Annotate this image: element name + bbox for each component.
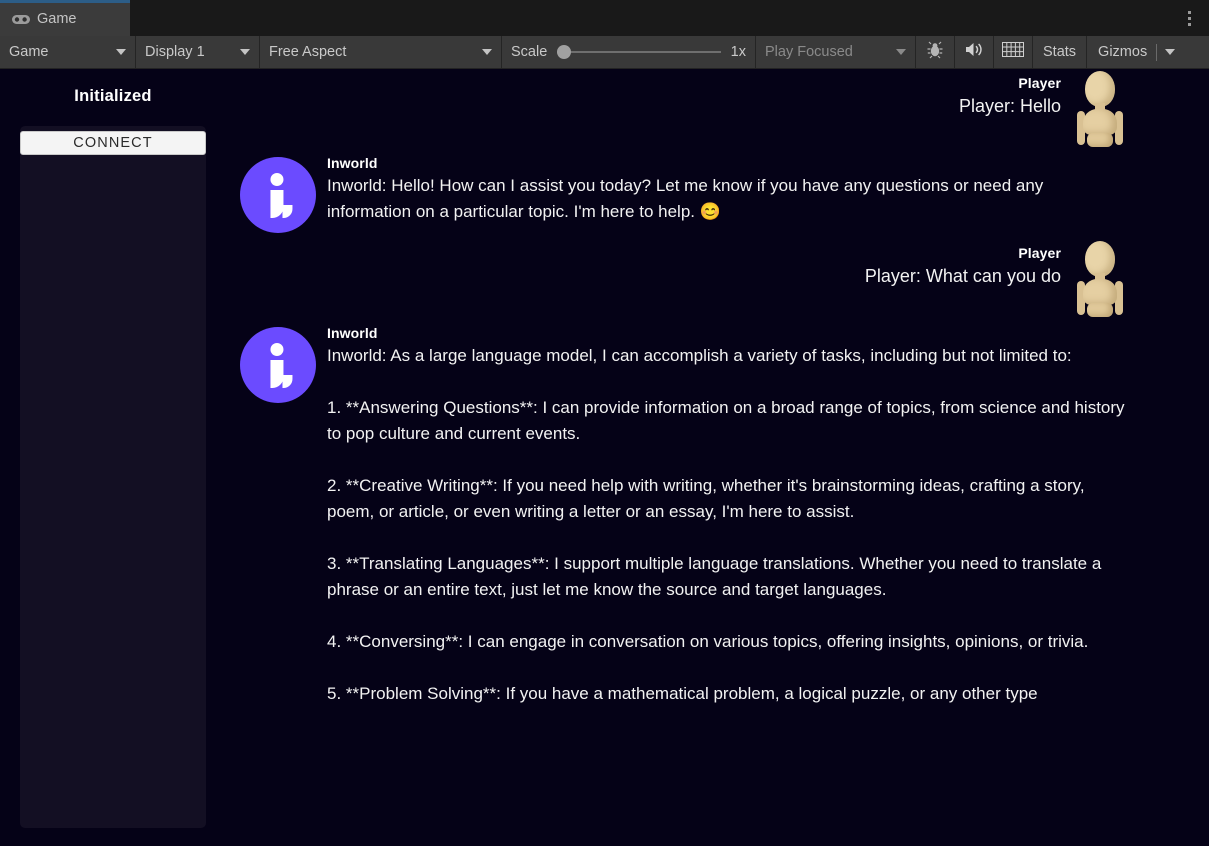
stats-grid-button[interactable] — [994, 36, 1033, 68]
scale-slider-track — [557, 51, 721, 53]
chevron-down-icon — [896, 49, 906, 55]
view-mode-dropdown[interactable]: Game — [0, 36, 136, 68]
message-bubble: Player Player: What can you do — [865, 239, 1061, 317]
stats-button[interactable]: Stats — [1033, 36, 1088, 68]
kebab-dot — [1187, 22, 1191, 26]
game-view-toolbar: Game Display 1 Free Aspect Scale 1x Play… — [0, 36, 1209, 69]
chat-message-list[interactable]: Player Player: Hello Inworld Inworld: Hello… — [228, 69, 1143, 785]
tab-strip: Game — [0, 0, 1209, 36]
inworld-logo-icon — [240, 157, 316, 233]
connection-panel — [20, 126, 206, 828]
message-bubble: Player Player: Hello — [959, 69, 1061, 147]
chevron-down-icon — [240, 49, 250, 55]
scale-slider[interactable] — [557, 43, 721, 61]
chat-message: Inworld Inworld: As a large language mode… — [228, 323, 1143, 707]
kebab-dot — [1187, 10, 1191, 14]
mute-audio-button[interactable] — [955, 36, 994, 68]
chevron-down-icon — [482, 49, 492, 55]
message-sender: Player — [1018, 75, 1061, 91]
grid-icon — [1002, 42, 1024, 62]
display-dropdown[interactable]: Display 1 — [136, 36, 260, 68]
bug-icon — [926, 41, 944, 64]
aspect-label: Free Aspect — [269, 44, 347, 60]
status-text: Initialized — [74, 87, 152, 105]
message-bubble: Inworld Inworld: As a large language mode… — [327, 323, 1127, 707]
view-mode-label: Game — [9, 44, 49, 60]
message-text: Inworld: Hello! How can I assist you tod… — [327, 176, 1049, 221]
speaker-icon — [964, 41, 984, 63]
message-sender: Inworld — [327, 325, 378, 341]
tab-game-label: Game — [37, 11, 77, 28]
message-text: Player: What can you do — [864, 266, 1061, 286]
debug-toggle-button[interactable] — [916, 36, 955, 68]
gizmos-label: Gizmos — [1098, 44, 1148, 60]
chat-message: Inworld Inworld: Hello! How can I assist … — [228, 153, 1143, 233]
aspect-ratio-dropdown[interactable]: Free Aspect — [260, 36, 502, 68]
player-avatar — [1069, 71, 1131, 147]
game-view-canvas: Initialized CONNECT Player Player: Hello I… — [0, 69, 1209, 846]
scale-slider-knob[interactable] — [557, 45, 572, 59]
player-avatar — [1069, 241, 1131, 317]
scale-slider-group[interactable]: Scale 1x — [502, 36, 756, 68]
gamepad-icon — [12, 13, 30, 26]
play-mode-dropdown[interactable]: Play Focused — [756, 36, 916, 68]
unity-editor-game-window: Game Game Display 1 Free Aspect Scale 1x… — [0, 0, 1209, 846]
kebab-dot — [1187, 16, 1191, 20]
chevron-down-icon — [116, 49, 126, 55]
display-label: Display 1 — [145, 44, 205, 60]
gizmos-divider — [1156, 43, 1158, 61]
message-sender: Inworld — [327, 155, 378, 171]
inworld-logo-icon — [240, 327, 316, 403]
chat-message: Player Player: What can you do — [228, 239, 1143, 317]
connect-button[interactable]: CONNECT — [20, 131, 206, 155]
tab-game[interactable]: Game — [0, 0, 130, 36]
gizmos-button[interactable]: Gizmos — [1087, 36, 1182, 68]
scale-value: 1x — [730, 44, 746, 60]
scale-label: Scale — [511, 44, 548, 60]
message-bubble: Inworld Inworld: Hello! How can I assist … — [327, 153, 1127, 233]
message-text: Player: Hello — [958, 96, 1061, 116]
chevron-down-icon[interactable] — [1165, 49, 1176, 55]
message-text: Inworld: As a large language model, I ca… — [327, 346, 1125, 703]
message-sender: Player — [1018, 245, 1061, 261]
kebab-menu-icon[interactable] — [1178, 6, 1200, 30]
chat-message: Player Player: Hello — [228, 69, 1143, 147]
play-mode-label: Play Focused — [765, 44, 853, 60]
